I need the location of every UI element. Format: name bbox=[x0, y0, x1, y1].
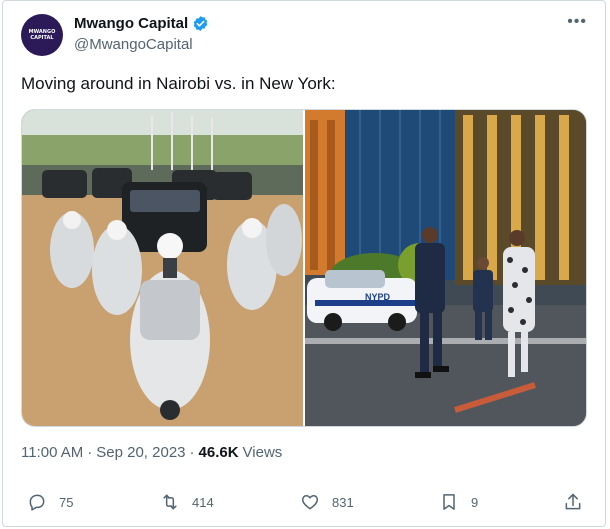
author-handle[interactable]: @MwangoCapital bbox=[74, 36, 193, 53]
share-icon bbox=[565, 493, 581, 510]
new-york-street-photo[interactable]: NYPD bbox=[305, 110, 586, 426]
like-count: 831 bbox=[332, 494, 354, 510]
verified-badge-icon bbox=[193, 16, 208, 31]
reply-count: 75 bbox=[59, 494, 74, 510]
motorcade-illustration bbox=[22, 110, 303, 426]
retweet-count: 414 bbox=[192, 494, 214, 510]
meta-separator: · bbox=[189, 444, 195, 461]
author-name[interactable]: Mwango Capital bbox=[74, 15, 188, 32]
retweet-button[interactable]: 414 bbox=[160, 492, 214, 512]
retweet-icon bbox=[163, 494, 177, 510]
tweet-meta: 11:00 AM · Sep 20, 2023 · 46.6K Views bbox=[21, 444, 282, 461]
media-grid: NYPD bbox=[21, 109, 587, 427]
reply-icon bbox=[29, 494, 45, 511]
bookmark-icon bbox=[443, 494, 455, 510]
tweet-text: Moving around in Nairobi vs. in New York… bbox=[21, 74, 336, 93]
avatar-text: MWANGO CAPITAL bbox=[28, 29, 56, 41]
bookmark-count: 9 bbox=[471, 494, 479, 510]
tweet-card: MWANGO CAPITAL Mwango Capital @MwangoCap… bbox=[2, 0, 606, 527]
tweet-date[interactable]: Sep 20, 2023 bbox=[96, 444, 185, 461]
author-row: Mwango Capital bbox=[74, 15, 209, 32]
nypd-sign: NYPD bbox=[365, 292, 391, 302]
views-count: 46.6K bbox=[198, 444, 239, 461]
tweet-time[interactable]: 11:00 AM bbox=[21, 444, 83, 461]
meta-separator: · bbox=[87, 444, 93, 461]
views-label: Views bbox=[242, 444, 283, 461]
reply-button[interactable]: 75 bbox=[27, 492, 73, 512]
share-button[interactable] bbox=[563, 492, 583, 512]
action-bar: 75 414 831 9 bbox=[21, 492, 587, 516]
bookmark-button[interactable]: 9 bbox=[439, 492, 478, 512]
more-options-icon[interactable]: ••• bbox=[567, 14, 587, 30]
heart-icon bbox=[301, 495, 319, 510]
like-button[interactable]: 831 bbox=[300, 492, 354, 512]
motorcade-photo[interactable] bbox=[22, 110, 303, 426]
avatar[interactable]: MWANGO CAPITAL bbox=[21, 14, 63, 56]
new-york-illustration: NYPD bbox=[305, 110, 586, 426]
